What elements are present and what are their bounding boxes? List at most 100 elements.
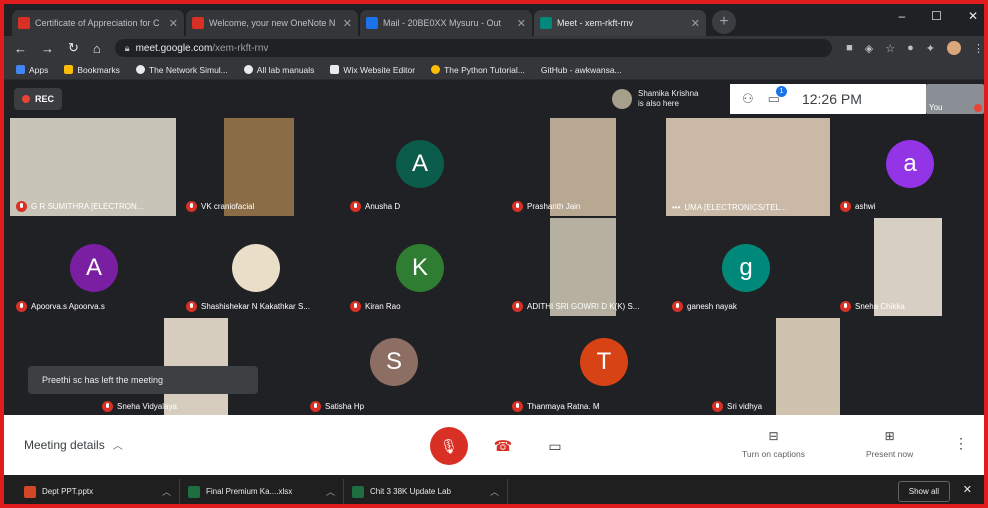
captions-button[interactable]: ⊟ Turn on captions	[742, 429, 805, 459]
menu-icon[interactable]: ⋮	[973, 42, 984, 55]
download-name: Dept PPT.pptx	[42, 487, 94, 496]
mic-muted-icon	[16, 201, 27, 212]
more-options-icon[interactable]: ⋮	[954, 435, 968, 452]
download-item[interactable]: Final Premium Ka....xlsx ︿	[180, 478, 344, 504]
camera-toggle-button[interactable]: ▭	[536, 427, 574, 465]
mic-muted-icon	[350, 301, 361, 312]
profile-avatar[interactable]	[947, 41, 961, 55]
participant-tile[interactable]: T Thanmaya Ratna. M	[506, 318, 702, 416]
mic-muted-icon	[310, 401, 321, 412]
participant-video	[666, 118, 830, 216]
tab-onenote[interactable]: Welcome, your new OneNote N ✕	[186, 10, 358, 36]
participant-name: Shashishekar N Kakathkar S...	[201, 302, 310, 311]
participant-name: ganesh nayak	[687, 302, 737, 311]
camera-icon[interactable]: ■	[846, 42, 853, 54]
participant-tile[interactable]: ADITHI SRI GOWRI D K(K) S...	[506, 218, 662, 316]
participant-tile[interactable]: K Kiran Rao	[344, 218, 504, 316]
participant-tile[interactable]: VK craniofacial	[180, 118, 340, 216]
participant-name: VK craniofacial	[201, 202, 255, 211]
present-now-button[interactable]: ⊞ Present now	[866, 429, 913, 459]
participant-tile[interactable]: Prashanth Jain	[506, 118, 662, 216]
more-icon: •••	[672, 203, 681, 212]
participant-tile[interactable]: G R SUMITHRA [ELECTRON...	[10, 118, 176, 216]
close-tab-icon[interactable]: ✕	[169, 17, 178, 30]
show-all-button[interactable]: Show all	[897, 481, 950, 502]
mic-muted-icon	[350, 201, 361, 212]
chevron-up-icon[interactable]: ︿	[162, 485, 171, 498]
people-icon[interactable]: ⚇	[742, 91, 754, 107]
mic-muted-icon	[512, 201, 523, 212]
chevron-up-icon[interactable]: ︿	[490, 485, 499, 498]
close-icon[interactable]: ✕	[963, 483, 972, 496]
browser-window: Certificate of Appreciation for C ✕ Welc…	[0, 0, 988, 508]
self-label: You	[929, 103, 943, 112]
participant-name: ADITHI SRI GOWRI D K(K) S...	[527, 302, 640, 311]
forward-icon[interactable]: →	[41, 41, 54, 56]
end-call-button[interactable]: ☎︎	[484, 427, 522, 465]
download-item[interactable]: Dept PPT.pptx ︿	[16, 478, 180, 504]
bookmark-apps[interactable]: Apps	[16, 65, 48, 75]
participant-tile[interactable]: Sneha Chikka	[834, 218, 982, 316]
chat-icon[interactable]: ▭ 1	[768, 86, 787, 107]
close-tab-icon[interactable]: ✕	[343, 17, 352, 30]
mic-muted-icon	[512, 401, 523, 412]
bookmark-github[interactable]: GitHub - awkwansa...	[541, 65, 622, 75]
bookmark-python[interactable]: The Python Tutorial...	[431, 65, 525, 75]
participant-tile[interactable]: Shashishekar N Kakathkar S...	[180, 218, 340, 316]
avatar: T	[580, 338, 628, 386]
close-tab-icon[interactable]: ✕	[691, 17, 700, 30]
self-view[interactable]: You	[926, 84, 984, 114]
join-name: Shamika Krishna	[638, 89, 699, 98]
present-icon: ⊞	[884, 429, 895, 443]
participant-name: Prashanth Jain	[527, 202, 581, 211]
mic-muted-icon	[840, 301, 851, 312]
present-label: Present now	[866, 449, 914, 459]
home-icon[interactable]: ⌂	[93, 41, 101, 56]
participant-tile[interactable]: S Satisha Hp	[304, 318, 500, 416]
reload-icon[interactable]: ↻	[68, 40, 79, 56]
meeting-details-label: Meeting details	[24, 437, 105, 452]
captions-icon: ⊟	[768, 429, 779, 443]
participant-tile[interactable]: g ganesh nayak	[666, 218, 830, 316]
share-icon[interactable]: ◈	[865, 42, 873, 55]
participant-tile[interactable]: A Apoorva.s Apoorva.s	[10, 218, 176, 316]
bookmark-bookmarks[interactable]: Bookmarks	[64, 65, 120, 75]
participant-video	[776, 318, 840, 416]
minimize-button[interactable]: –	[898, 9, 905, 23]
participant-name: G R SUMITHRA [ELECTRON...	[31, 202, 144, 211]
tab-certificate[interactable]: Certificate of Appreciation for C ✕	[12, 10, 184, 36]
bookmark-lab-manuals[interactable]: All lab manuals	[243, 65, 314, 75]
maximize-button[interactable]: ☐	[931, 9, 942, 23]
wix-icon	[330, 65, 340, 74]
address-bar[interactable]: 🔒︎ meet.google.com/xem-rkft-rnv	[114, 39, 833, 57]
participant-tile[interactable]: a ashwi	[834, 118, 982, 216]
close-tab-icon[interactable]: ✕	[517, 17, 526, 30]
download-item[interactable]: Chit 3 38K Update Lab ︿	[344, 478, 508, 504]
new-tab-button[interactable]: +	[712, 10, 736, 34]
bookmark-network-simul[interactable]: The Network Simul...	[135, 65, 228, 75]
mic-muted-icon	[974, 104, 982, 112]
participant-tile[interactable]: ••• UMA [ELECTRONICS/TEL...	[666, 118, 830, 216]
meet-top-bar: ⚇ ▭ 1 12:26 PM	[730, 84, 926, 114]
extensions-area: ■ ◈ ☆ ● ✦ ⋮	[846, 41, 984, 55]
star-icon[interactable]: ☆	[885, 42, 895, 55]
globe-icon	[243, 65, 253, 74]
extension-icon[interactable]: ●	[907, 42, 914, 54]
chevron-up-icon[interactable]: ︿	[326, 485, 335, 498]
avatar: K	[396, 244, 444, 292]
meeting-details-button[interactable]: Meeting details ︿	[24, 437, 123, 453]
bookmark-wix[interactable]: Wix Website Editor	[330, 65, 415, 75]
participant-tile[interactable]: Sri vidhya	[706, 318, 902, 416]
mic-toggle-button[interactable]: 🎙︎	[430, 427, 468, 465]
back-icon[interactable]: ←	[14, 41, 27, 56]
phone-hangup-icon: ☎︎	[493, 438, 513, 455]
tab-meet[interactable]: Meet - xem-rkft-rnv ✕	[534, 10, 706, 36]
gmail-icon	[18, 17, 30, 29]
tab-mail[interactable]: Mail - 20BE0XX Mysuru - Out ✕	[360, 10, 532, 36]
close-window-button[interactable]: ✕	[968, 9, 978, 23]
participant-name: Sri vidhya	[727, 402, 763, 411]
participant-tile[interactable]: A Anusha D	[344, 118, 504, 216]
recording-indicator: REC	[14, 88, 63, 110]
avatar: A	[396, 140, 444, 188]
puzzle-icon[interactable]: ✦	[926, 42, 935, 55]
